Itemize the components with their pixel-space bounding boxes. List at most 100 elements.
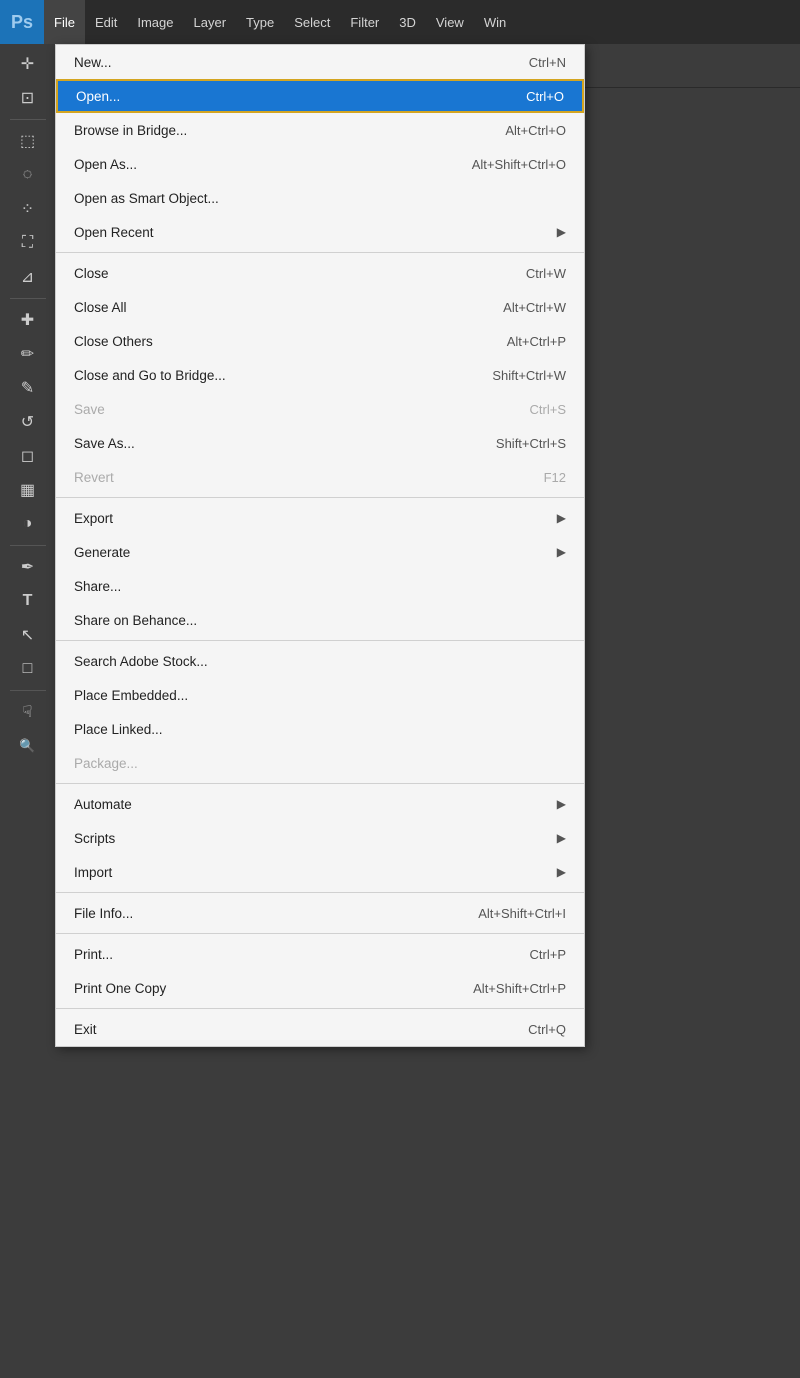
menu-item-label: Automate — [74, 797, 547, 812]
menu-item-label: Print One Copy — [74, 981, 433, 996]
menu-item-shortcut: Alt+Shift+Ctrl+O — [472, 157, 566, 172]
menu-item-label: Close All — [74, 300, 463, 315]
menu-item-label: Place Linked... — [74, 722, 566, 737]
quick-select-tool[interactable]: ⁘ — [6, 193, 50, 225]
menu-separator — [56, 783, 584, 784]
pen-tool[interactable]: ✒ — [6, 551, 50, 583]
menu-item-shortcut: Ctrl+W — [526, 266, 566, 281]
menu-item-image[interactable]: Image — [127, 0, 183, 44]
menu-separator — [56, 640, 584, 641]
menu-item-label: Revert — [74, 470, 504, 485]
menu-item-select[interactable]: Select — [284, 0, 340, 44]
menu-item-share[interactable]: Share... — [56, 569, 584, 603]
menu-item-shortcut: Ctrl+Q — [528, 1022, 566, 1037]
lasso-tool[interactable]: ◌ — [6, 159, 50, 191]
menu-item-filter[interactable]: Filter — [340, 0, 389, 44]
ps-logo: Ps — [0, 0, 44, 44]
menu-item-package[interactable]: Package... — [56, 746, 584, 780]
dodge-tool[interactable]: ◑ — [6, 508, 50, 540]
menu-item-label: Search Adobe Stock... — [74, 654, 566, 669]
tool-separator-2 — [10, 298, 46, 299]
menu-item-automate[interactable]: Automate ▶ — [56, 787, 584, 821]
tool-separator-1 — [10, 119, 46, 120]
eyedropper-tool[interactable]: ⊿ — [6, 261, 50, 293]
menu-item-revert[interactable]: RevertF12 — [56, 460, 584, 494]
menu-item-shortcut: Alt+Ctrl+O — [505, 123, 566, 138]
gradient-tool[interactable]: ▦ — [6, 474, 50, 506]
menu-bar: Ps File Edit Image Layer Type Select Fil… — [0, 0, 800, 44]
menu-item-search-adobe-stock[interactable]: Search Adobe Stock... — [56, 644, 584, 678]
menu-item-place-embedded[interactable]: Place Embedded... — [56, 678, 584, 712]
menu-item-share-behance[interactable]: Share on Behance... — [56, 603, 584, 637]
menu-item-view[interactable]: View — [426, 0, 474, 44]
submenu-arrow-icon: ▶ — [557, 865, 566, 879]
crop-tool[interactable]: ⛶ — [6, 227, 50, 259]
menu-item-close-others[interactable]: Close OthersAlt+Ctrl+P — [56, 324, 584, 358]
menu-item-label: Open... — [76, 89, 486, 104]
left-toolbar: ✛ ⊡ ⬚ ◌ ⁘ ⛶ ⊿ ✚ ✏ ✎ ↺ ◻ ▦ ◑ ✒ T ↖ □ ☟ 🔍 — [0, 44, 55, 1378]
menu-item-file[interactable]: File — [44, 0, 85, 44]
menu-item-save[interactable]: SaveCtrl+S — [56, 392, 584, 426]
menu-separator — [56, 497, 584, 498]
menu-item-open-smart-object[interactable]: Open as Smart Object... — [56, 181, 584, 215]
menu-item-open-as[interactable]: Open As... Alt+Shift+Ctrl+O — [56, 147, 584, 181]
menu-item-generate[interactable]: Generate ▶ — [56, 535, 584, 569]
menu-item-label: Generate — [74, 545, 547, 560]
menu-item-open-recent[interactable]: Open Recent▶ — [56, 215, 584, 249]
menu-item-label: Save As... — [74, 436, 456, 451]
menu-item-layer[interactable]: Layer — [184, 0, 237, 44]
menu-item-save-as[interactable]: Save As... Shift+Ctrl+S — [56, 426, 584, 460]
file-dropdown-menu: New...Ctrl+N Open... Ctrl+O Browse in Bridg… — [55, 44, 585, 1047]
menu-item-close-all[interactable]: Close AllAlt+Ctrl+W — [56, 290, 584, 324]
move-tool[interactable]: ✛ — [6, 48, 50, 80]
menu-item-close-go-bridge[interactable]: Close and Go to Bridge...Shift+Ctrl+W — [56, 358, 584, 392]
menu-item-label: Open as Smart Object... — [74, 191, 566, 206]
menu-item-close[interactable]: Close Ctrl+W — [56, 256, 584, 290]
menu-item-shortcut: Ctrl+P — [530, 947, 566, 962]
artboard-tool[interactable]: ⊡ — [6, 82, 50, 114]
menu-item-label: Save — [74, 402, 490, 417]
healing-tool[interactable]: ✚ — [6, 304, 50, 336]
brush-tool[interactable]: ✏ — [6, 338, 50, 370]
submenu-arrow-icon: ▶ — [557, 511, 566, 525]
menu-separator — [56, 892, 584, 893]
hand-tool[interactable]: ☟ — [6, 696, 50, 728]
text-tool[interactable]: T — [6, 585, 50, 617]
menu-item-win[interactable]: Win — [474, 0, 516, 44]
tool-separator-4 — [10, 690, 46, 691]
submenu-arrow-icon: ▶ — [557, 797, 566, 811]
shape-tool[interactable]: □ — [6, 653, 50, 685]
zoom-tool[interactable]: 🔍 — [6, 730, 50, 762]
menu-item-shortcut: Alt+Ctrl+P — [507, 334, 566, 349]
menu-separator — [56, 1008, 584, 1009]
menu-item-shortcut: Shift+Ctrl+W — [492, 368, 566, 383]
menu-item-browse-in-bridge[interactable]: Browse in Bridge...Alt+Ctrl+O — [56, 113, 584, 147]
menu-item-scripts[interactable]: Scripts▶ — [56, 821, 584, 855]
menu-item-label: Exit — [74, 1022, 488, 1037]
menu-item-print-one-copy[interactable]: Print One CopyAlt+Shift+Ctrl+P — [56, 971, 584, 1005]
menu-item-open[interactable]: Open... Ctrl+O — [56, 79, 584, 113]
menu-item-shortcut: Shift+Ctrl+S — [496, 436, 566, 451]
marquee-tool[interactable]: ⬚ — [6, 125, 50, 157]
menu-item-exit[interactable]: Exit Ctrl+Q — [56, 1012, 584, 1046]
history-brush-tool[interactable]: ↺ — [6, 406, 50, 438]
menu-item-label: Open As... — [74, 157, 432, 172]
path-select-tool[interactable]: ↖ — [6, 619, 50, 651]
menu-item-print[interactable]: Print...Ctrl+P — [56, 937, 584, 971]
menu-item-label: Open Recent — [74, 225, 547, 240]
eraser-tool[interactable]: ◻ — [6, 440, 50, 472]
menu-item-edit[interactable]: Edit — [85, 0, 127, 44]
menu-item-import[interactable]: Import▶ — [56, 855, 584, 889]
menu-item-label: File Info... — [74, 906, 438, 921]
menu-item-place-linked[interactable]: Place Linked... — [56, 712, 584, 746]
clone-tool[interactable]: ✎ — [6, 372, 50, 404]
menu-item-export[interactable]: Export▶ — [56, 501, 584, 535]
menu-item-shortcut: Ctrl+O — [526, 89, 564, 104]
menu-item-label: Share on Behance... — [74, 613, 566, 628]
menu-item-type[interactable]: Type — [236, 0, 284, 44]
menu-item-3d[interactable]: 3D — [389, 0, 426, 44]
menu-item-new[interactable]: New...Ctrl+N — [56, 45, 584, 79]
menu-item-label: Close — [74, 266, 486, 281]
submenu-arrow-icon: ▶ — [557, 545, 566, 559]
menu-item-file-info[interactable]: File Info...Alt+Shift+Ctrl+I — [56, 896, 584, 930]
